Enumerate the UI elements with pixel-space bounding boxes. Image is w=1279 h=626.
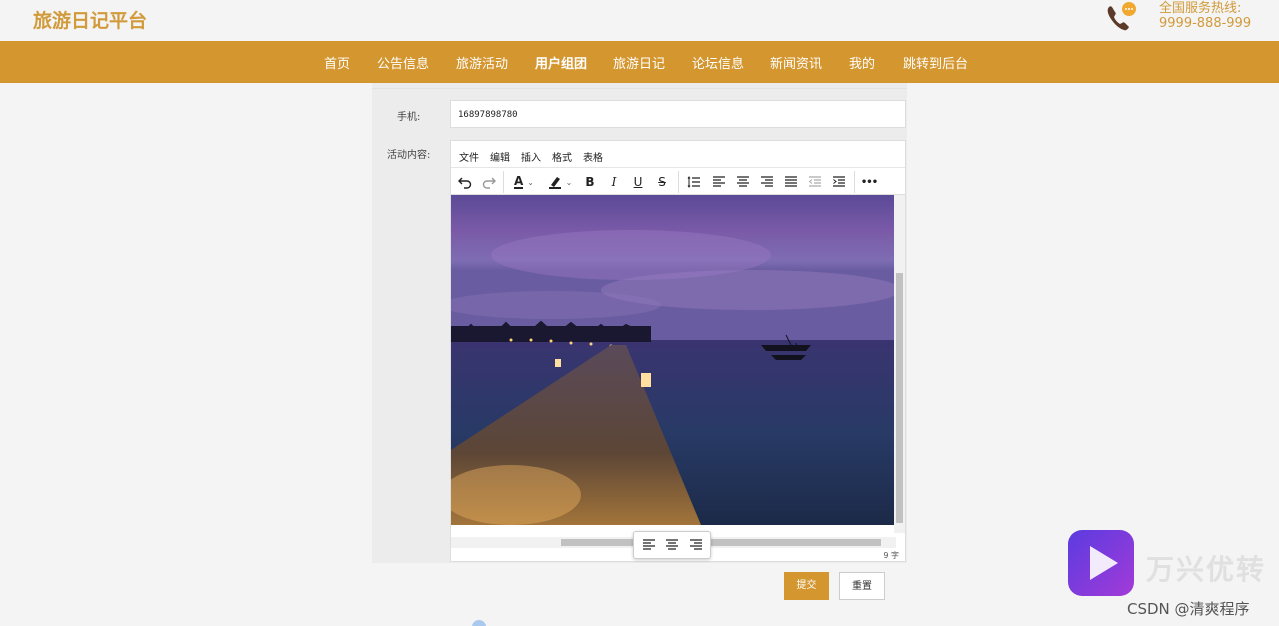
align-justify-icon[interactable] xyxy=(781,173,801,191)
word-count: 9 字 xyxy=(883,551,899,560)
nav-item-admin[interactable]: 跳转到后台 xyxy=(903,53,968,72)
bold-icon[interactable]: B xyxy=(580,173,600,191)
nav-item-user-groups[interactable]: 用户组团 xyxy=(535,53,587,72)
align-left-icon[interactable] xyxy=(639,536,659,554)
submit-button[interactable]: 提交 xyxy=(784,572,829,600)
nav-item-forum[interactable]: 论坛信息 xyxy=(692,53,744,72)
nav-item-announcements[interactable]: 公告信息 xyxy=(377,53,429,72)
italic-icon[interactable]: I xyxy=(604,173,624,191)
undo-icon[interactable] xyxy=(455,173,475,191)
vertical-scrollbar[interactable] xyxy=(894,195,905,533)
hotline-label: 全国服务热线: xyxy=(1159,1,1242,16)
nav-item-activities[interactable]: 旅游活动 xyxy=(456,53,508,72)
align-center-icon[interactable] xyxy=(733,173,753,191)
menu-table[interactable]: 表格 xyxy=(583,149,603,164)
rich-text-editor: 文件 编辑 插入 格式 表格 A ⌄ ⌄ B I U S ••• 9 字 xyxy=(450,140,906,562)
toolbar-separator xyxy=(678,171,679,193)
highlight-icon[interactable]: ⌄ xyxy=(545,173,575,191)
indent-icon[interactable] xyxy=(829,173,849,191)
scrollbar-thumb[interactable] xyxy=(896,273,903,523)
site-logo[interactable]: 旅游日记平台 xyxy=(33,6,147,33)
align-right-icon[interactable] xyxy=(757,173,777,191)
strikethrough-icon[interactable]: S xyxy=(652,173,672,191)
phone-field[interactable]: 16897898780 xyxy=(450,100,906,128)
hotline: 全国服务热线: 9999-888-999 xyxy=(1159,1,1251,31)
reset-button[interactable]: 重置 xyxy=(839,572,885,600)
toolbar-separator xyxy=(503,171,504,193)
menu-insert[interactable]: 插入 xyxy=(521,149,541,164)
more-icon[interactable]: ••• xyxy=(859,173,879,191)
top-bar: 旅游日记平台 全国服务热线: 9999-888-999 xyxy=(0,0,1279,41)
align-right-icon[interactable] xyxy=(686,536,706,554)
align-center-icon[interactable] xyxy=(662,536,682,554)
scroll-indicator xyxy=(472,620,486,626)
nav-item-home[interactable]: 首页 xyxy=(324,53,350,72)
text-color-icon[interactable]: A ⌄ xyxy=(509,173,539,191)
underline-icon[interactable]: U xyxy=(628,173,648,191)
align-left-icon[interactable] xyxy=(709,173,729,191)
chevron-down-icon: ⌄ xyxy=(565,177,573,187)
main-nav: 首页 公告信息 旅游活动 用户组团 旅游日记 论坛信息 新闻资讯 我的 跳转到后… xyxy=(0,41,1279,83)
watermark-logo xyxy=(1068,530,1134,596)
redo-icon[interactable] xyxy=(479,173,499,191)
hotline-number: 9999-888-999 xyxy=(1159,16,1252,31)
row-divider xyxy=(372,88,907,89)
text-color-glyph: A xyxy=(514,174,524,189)
menu-format[interactable]: 格式 xyxy=(552,149,572,164)
csdn-watermark: CSDN @清爽程序 xyxy=(1127,600,1250,618)
chevron-down-icon: ⌄ xyxy=(527,177,534,187)
nav-item-news[interactable]: 新闻资讯 xyxy=(770,53,822,72)
menu-file[interactable]: 文件 xyxy=(459,149,479,164)
outdent-icon[interactable] xyxy=(805,173,825,191)
phone-label: 手机: xyxy=(397,112,421,123)
phone-icon xyxy=(1103,1,1139,33)
line-height-icon[interactable] xyxy=(684,173,704,191)
pier-image[interactable] xyxy=(451,195,894,525)
nav-item-diaries[interactable]: 旅游日记 xyxy=(613,53,665,72)
editor-toolbar: A ⌄ ⌄ B I U S ••• xyxy=(451,169,905,195)
image-align-popover xyxy=(633,531,711,559)
editor-menubar: 文件 编辑 插入 格式 表格 xyxy=(451,141,905,168)
nav-item-mine[interactable]: 我的 xyxy=(849,53,875,72)
toolbar-separator xyxy=(854,171,855,193)
watermark-brand: 万兴优转 xyxy=(1146,553,1267,586)
content-label: 活动内容: xyxy=(387,150,431,161)
editor-content-area[interactable] xyxy=(451,195,894,525)
scrollbar-thumb[interactable] xyxy=(561,539,881,546)
menu-edit[interactable]: 编辑 xyxy=(490,149,510,164)
